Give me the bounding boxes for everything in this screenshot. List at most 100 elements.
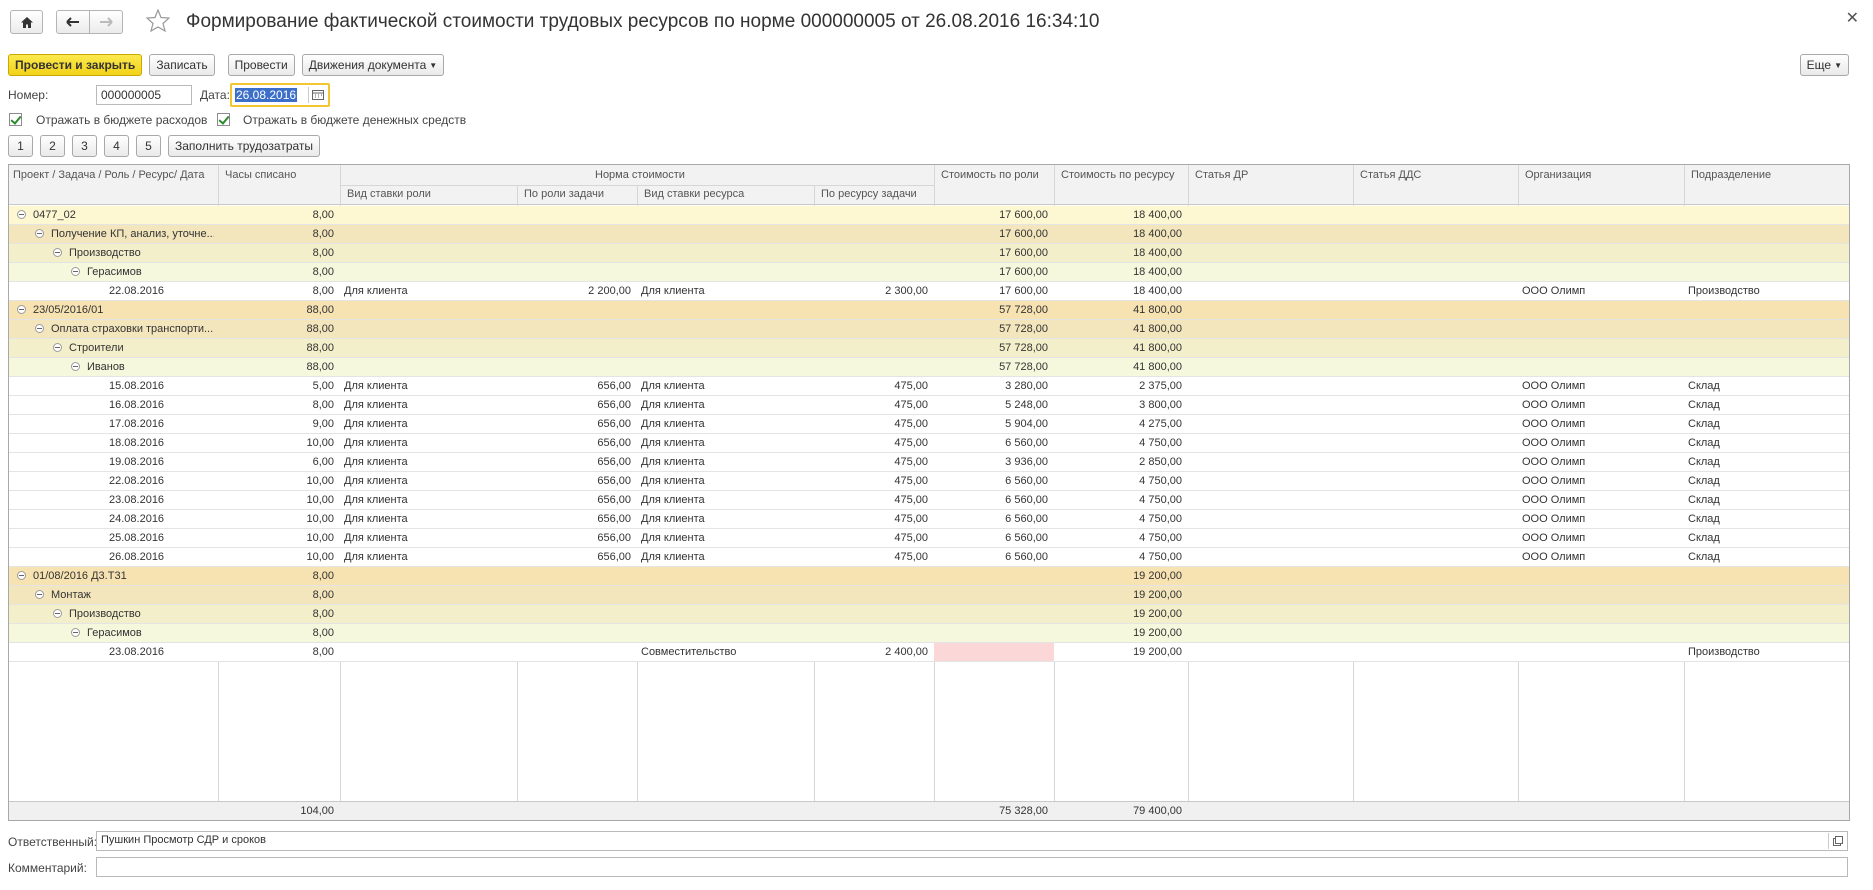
row-res-rate-type: Для клиента bbox=[641, 513, 705, 525]
row-cost-role: 17 600,00 bbox=[999, 285, 1048, 297]
page-button-3[interactable]: 3 bbox=[72, 135, 97, 157]
table-row[interactable]: Монтаж 8,00 19 200,00 bbox=[9, 586, 1849, 605]
row-by-task-role: 656,00 bbox=[597, 437, 631, 449]
back-button[interactable] bbox=[56, 10, 90, 34]
col-project[interactable]: Проект / Задача / Роль / Ресурс/ Дата bbox=[9, 169, 204, 181]
col-org[interactable]: Организация bbox=[1521, 169, 1591, 181]
row-name: 18.08.2016 bbox=[109, 437, 214, 449]
responsible-label: Ответственный: bbox=[8, 835, 98, 849]
collapse-icon[interactable] bbox=[17, 305, 26, 314]
collapse-icon[interactable] bbox=[17, 210, 26, 219]
row-name-text: 24.08.2016 bbox=[109, 513, 165, 525]
collapse-icon[interactable] bbox=[35, 590, 44, 599]
date-field[interactable]: 26.08.2016 bbox=[230, 83, 330, 107]
table-row[interactable]: 16.08.2016 8,00 Для клиента 656,00 Для клиен… bbox=[9, 396, 1849, 415]
forward-button[interactable] bbox=[89, 10, 123, 34]
collapse-icon[interactable] bbox=[35, 229, 44, 238]
row-res-rate-type: Для клиента bbox=[641, 437, 705, 449]
col-res-rate-type[interactable]: Вид ставки ресурса bbox=[640, 188, 744, 200]
table-row[interactable]: 26.08.2016 10,00 Для клиента 656,00 Для клие… bbox=[9, 548, 1849, 567]
collapse-icon[interactable] bbox=[35, 324, 44, 333]
table-row[interactable]: Герасимов 8,00 17 600,00 18 400,00 bbox=[9, 263, 1849, 282]
page-button-2[interactable]: 2 bbox=[40, 135, 65, 157]
col-hours[interactable]: Часы списано bbox=[221, 169, 296, 181]
save-button[interactable]: Записать bbox=[149, 54, 215, 76]
post-and-close-button[interactable]: Провести и закрыть bbox=[8, 54, 143, 76]
collapse-icon[interactable] bbox=[53, 343, 62, 352]
row-by-task-role: 656,00 bbox=[597, 475, 631, 487]
row-by-task-role: 656,00 bbox=[597, 418, 631, 430]
row-cost-res: 2 375,00 bbox=[1139, 380, 1182, 392]
col-role-rate-type[interactable]: Вид ставки роли bbox=[343, 188, 431, 200]
number-field[interactable]: 000000005 bbox=[96, 85, 192, 105]
table-row[interactable]: 18.08.2016 10,00 Для клиента 656,00 Для клие… bbox=[9, 434, 1849, 453]
table-row[interactable]: Получение КП, анализ, уточне... 8,00 17 60… bbox=[9, 225, 1849, 244]
table-row[interactable]: 23.08.2016 10,00 Для клиента 656,00 Для клие… bbox=[9, 491, 1849, 510]
col-cost-role[interactable]: Стоимость по роли bbox=[937, 169, 1039, 181]
table-row[interactable]: 23/05/2016/01 88,00 57 728,00 41 800,00 bbox=[9, 301, 1849, 320]
table-row[interactable]: 0477_02 8,00 17 600,00 18 400,00 bbox=[9, 206, 1849, 225]
row-name: 16.08.2016 bbox=[109, 399, 214, 411]
table-row[interactable]: 22.08.2016 8,00 Для клиента 2 200,00 Для кли… bbox=[9, 282, 1849, 301]
page-button-5[interactable]: 5 bbox=[136, 135, 161, 157]
collapse-icon[interactable] bbox=[53, 609, 62, 618]
more-button[interactable]: Еще ▼ bbox=[1799, 54, 1849, 76]
col-article-dr[interactable]: Статья ДР bbox=[1191, 169, 1248, 181]
table-row[interactable]: 19.08.2016 6,00 Для клиента 656,00 Для клиен… bbox=[9, 453, 1849, 472]
collapse-icon[interactable] bbox=[17, 571, 26, 580]
row-cost-res: 18 400,00 bbox=[1133, 266, 1182, 278]
open-responsible-button[interactable] bbox=[1828, 833, 1846, 849]
row-hours: 88,00 bbox=[306, 342, 334, 354]
table-row[interactable]: Герасимов 8,00 19 200,00 bbox=[9, 624, 1849, 643]
row-name: Строители bbox=[53, 342, 214, 354]
responsible-field[interactable]: Пушкин Просмотр СДР и сроков bbox=[96, 831, 1848, 851]
table-row[interactable]: 15.08.2016 5,00 Для клиента 656,00 Для клиен… bbox=[9, 377, 1849, 396]
table-row[interactable]: Производство 8,00 19 200,00 bbox=[9, 605, 1849, 624]
page-button-1[interactable]: 1 bbox=[8, 135, 33, 157]
star-icon[interactable] bbox=[146, 9, 170, 32]
table-row[interactable]: Оплата страховки транспорти... 88,00 57 72… bbox=[9, 320, 1849, 339]
row-name: 17.08.2016 bbox=[109, 418, 214, 430]
col-by-task-role[interactable]: По роли задачи bbox=[520, 188, 604, 200]
labor-cost-table[interactable]: Проект / Задача / Роль / Ресурс/ Дата Ча… bbox=[8, 164, 1850, 821]
comment-field[interactable] bbox=[96, 857, 1848, 877]
close-icon[interactable]: ✕ bbox=[1846, 8, 1859, 28]
col-cost-res[interactable]: Стоимость по ресурсу bbox=[1057, 169, 1175, 181]
collapse-icon[interactable] bbox=[71, 628, 80, 637]
col-by-task-res[interactable]: По ресурсу задачи bbox=[817, 188, 917, 200]
table-row[interactable]: 25.08.2016 10,00 Для клиента 656,00 Для клие… bbox=[9, 529, 1849, 548]
table-row[interactable]: Строители 88,00 57 728,00 41 800,00 bbox=[9, 339, 1849, 358]
collapse-icon[interactable] bbox=[53, 248, 62, 257]
col-article-dds[interactable]: Статья ДДС bbox=[1356, 169, 1421, 181]
document-movements-button[interactable]: Движения документа ▼ bbox=[301, 54, 445, 76]
row-cost-res: 4 750,00 bbox=[1139, 475, 1182, 487]
calendar-button[interactable] bbox=[308, 87, 326, 103]
row-hours: 10,00 bbox=[306, 532, 334, 544]
page-button-4[interactable]: 4 bbox=[104, 135, 129, 157]
home-button[interactable] bbox=[10, 10, 43, 34]
row-by-task-res: 475,00 bbox=[894, 456, 928, 468]
row-org: ООО Олимп bbox=[1522, 437, 1586, 449]
row-cost-res: 18 400,00 bbox=[1133, 228, 1182, 240]
row-res-rate-type: Для клиента bbox=[641, 399, 705, 411]
table-row[interactable]: 22.08.2016 10,00 Для клиента 656,00 Для клие… bbox=[9, 472, 1849, 491]
collapse-icon[interactable] bbox=[71, 362, 80, 371]
table-row[interactable]: 17.08.2016 9,00 Для клиента 656,00 Для клиен… bbox=[9, 415, 1849, 434]
collapse-icon[interactable] bbox=[71, 267, 80, 276]
table-row[interactable]: Производство 8,00 17 600,00 18 400,00 bbox=[9, 244, 1849, 263]
table-row[interactable]: Иванов 88,00 57 728,00 41 800,00 bbox=[9, 358, 1849, 377]
budget-expenses-checkbox[interactable] bbox=[9, 113, 22, 126]
post-button[interactable]: Провести bbox=[227, 54, 295, 76]
budget-cash-checkbox[interactable] bbox=[217, 113, 230, 126]
col-dept[interactable]: Подразделение bbox=[1687, 169, 1771, 181]
row-dept: Склад bbox=[1688, 456, 1720, 468]
table-row[interactable]: 23.08.2016 8,00 Совместительство 2 400,00 19… bbox=[9, 643, 1849, 662]
row-cost-res: 41 800,00 bbox=[1133, 323, 1182, 335]
row-by-task-res: 475,00 bbox=[894, 494, 928, 506]
table-row[interactable]: 01/08/2016 Д3.Т31 8,00 19 200,00 bbox=[9, 567, 1849, 586]
row-name-text: Герасимов bbox=[87, 627, 142, 639]
row-res-rate-type: Для клиента bbox=[641, 418, 705, 430]
fill-labor-button[interactable]: Заполнить трудозатраты bbox=[168, 135, 321, 157]
table-row[interactable]: 24.08.2016 10,00 Для клиента 656,00 Для клие… bbox=[9, 510, 1849, 529]
row-cost-role: 6 560,00 bbox=[1005, 494, 1048, 506]
